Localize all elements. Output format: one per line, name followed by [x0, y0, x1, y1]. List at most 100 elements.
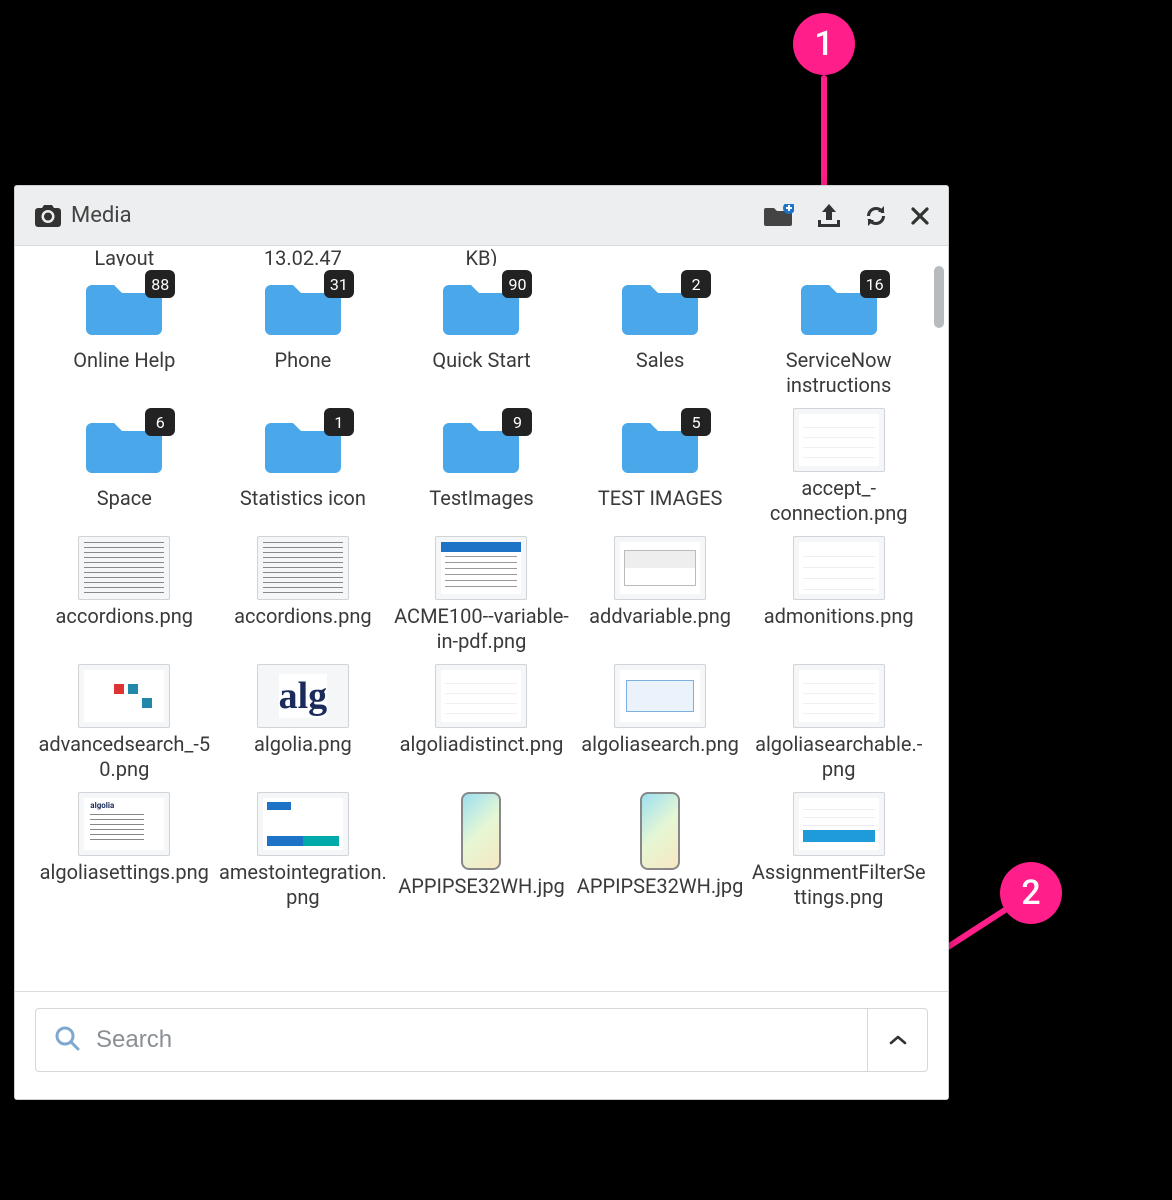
file-label: algoliadistinct.png [400, 732, 564, 757]
file-thumbnail [78, 664, 170, 728]
upload-button[interactable] [816, 204, 842, 228]
panel-title: Media [71, 203, 132, 228]
folder-icon: 1 [258, 408, 348, 482]
partial-label: KB) [466, 246, 498, 266]
folder-item[interactable]: 6 Space [36, 408, 212, 526]
folder-item[interactable]: 9 TestImages [393, 408, 569, 526]
folder-item[interactable]: 5 TEST IMAGES [572, 408, 748, 526]
file-thumbnail [78, 792, 170, 856]
file-thumbnail [78, 536, 170, 600]
file-label: algoliasearchable.-png [751, 732, 927, 782]
file-thumbnail [257, 536, 349, 600]
folder-icon: 90 [436, 270, 526, 344]
refresh-button[interactable] [864, 204, 888, 228]
folder-count-badge: 90 [502, 270, 532, 298]
file-item[interactable]: accordions.png [36, 536, 212, 654]
file-label: addvariable.png [589, 604, 731, 629]
folder-item[interactable]: 90 Quick Start [393, 270, 569, 398]
folder-icon: 2 [615, 270, 705, 344]
panel-header: Media [15, 186, 948, 246]
file-item[interactable]: AssignmentFilterSettings.png [751, 792, 927, 910]
file-thumbnail [435, 664, 527, 728]
file-label: accordions.png [56, 604, 194, 629]
file-item[interactable]: algoliasearchable.-png [751, 664, 927, 782]
search-expand-button[interactable] [867, 1009, 927, 1071]
file-label: algoliasearch.png [581, 732, 739, 757]
file-thumbnail [614, 664, 706, 728]
file-item[interactable]: addvariable.png [572, 536, 748, 654]
folder-label: Space [97, 486, 152, 511]
file-item[interactable]: algoliasearch.png [572, 664, 748, 782]
folder-count-badge: 16 [860, 270, 890, 298]
file-item[interactable]: amestointegration.png [215, 792, 391, 910]
scrollbar-thumb[interactable] [934, 266, 944, 328]
chevron-up-icon [889, 1034, 907, 1046]
file-item[interactable]: ACME100--variable-in-pdf.png [393, 536, 569, 654]
callout-1-line [821, 75, 827, 193]
folder-icon: 88 [79, 270, 169, 344]
folder-count-badge: 88 [145, 270, 175, 298]
partial-label: Layout [94, 246, 154, 266]
folder-count-badge: 2 [681, 270, 711, 298]
file-item[interactable]: accept_-connection.png [751, 408, 927, 526]
file-item[interactable]: APPIPSE32WH.jpg [393, 792, 569, 910]
folder-item[interactable]: 31 Phone [215, 270, 391, 398]
folder-label: Quick Start [432, 348, 530, 373]
callout-1-number: 1 [814, 24, 833, 64]
file-item[interactable]: APPIPSE32WH.jpg [572, 792, 748, 910]
file-thumbnail: alg [257, 664, 349, 728]
folder-label: Online Help [73, 348, 175, 373]
folder-item[interactable]: 16ServiceNow instructions [751, 270, 927, 398]
folder-icon: 9 [436, 408, 526, 482]
file-item[interactable]: algoliasettings.png [36, 792, 212, 910]
file-label: ACME100--variable-in-pdf.png [393, 604, 569, 654]
file-label: advancedsearch_-50.png [36, 732, 212, 782]
close-button[interactable] [910, 206, 930, 226]
file-thumbnail [793, 536, 885, 600]
file-label: AssignmentFilterSettings.png [751, 860, 927, 910]
scrollbar[interactable] [932, 252, 944, 985]
file-thumbnail [435, 536, 527, 600]
panel-footer [15, 991, 948, 1099]
new-folder-button[interactable] [764, 204, 794, 228]
folder-icon: 31 [258, 270, 348, 344]
callout-2-number: 2 [1021, 873, 1040, 913]
file-item[interactable]: alg algolia.png [215, 664, 391, 782]
folder-label: TestImages [429, 486, 533, 511]
file-item[interactable]: advancedsearch_-50.png [36, 664, 212, 782]
media-grid-scroll[interactable]: Layout 13.02.47 KB) 88 Online Help 31 Phone… [15, 246, 948, 991]
file-label: algolia.png [254, 732, 352, 757]
file-thumbnail [793, 408, 885, 472]
media-grid: 88 Online Help 31 Phone 90 Quick Start 2 Sales 1… [35, 266, 928, 910]
camera-icon [35, 205, 61, 227]
folder-icon: 16 [794, 270, 884, 344]
search-input[interactable] [96, 1026, 849, 1054]
search-bar [35, 1008, 928, 1072]
file-label: APPIPSE32WH.jpg [577, 874, 744, 899]
folder-count-badge: 5 [681, 408, 711, 436]
partial-previous-row: Layout 13.02.47 KB) [35, 246, 928, 266]
search-icon [54, 1025, 80, 1055]
file-label: admonitions.png [764, 604, 914, 629]
folder-label: TEST IMAGES [598, 486, 723, 511]
file-item[interactable]: algoliadistinct.png [393, 664, 569, 782]
callout-1: 1 [793, 13, 855, 75]
file-thumbnail [640, 792, 680, 870]
folder-item[interactable]: 1Statistics icon [215, 408, 391, 526]
folder-item[interactable]: 88 Online Help [36, 270, 212, 398]
file-label: accordions.png [234, 604, 372, 629]
folder-item[interactable]: 2 Sales [572, 270, 748, 398]
folder-icon: 6 [79, 408, 169, 482]
file-item[interactable]: accordions.png [215, 536, 391, 654]
folder-count-badge: 1 [324, 408, 354, 436]
file-thumbnail [257, 792, 349, 856]
folder-count-badge: 31 [324, 270, 354, 298]
file-label: algoliasettings.png [40, 860, 209, 885]
file-item[interactable]: admonitions.png [751, 536, 927, 654]
folder-label: Sales [636, 348, 685, 373]
folder-label: Phone [275, 348, 332, 373]
file-thumbnail [793, 792, 885, 856]
file-label: APPIPSE32WH.jpg [398, 874, 565, 899]
folder-count-badge: 9 [502, 408, 532, 436]
folder-icon: 5 [615, 408, 705, 482]
